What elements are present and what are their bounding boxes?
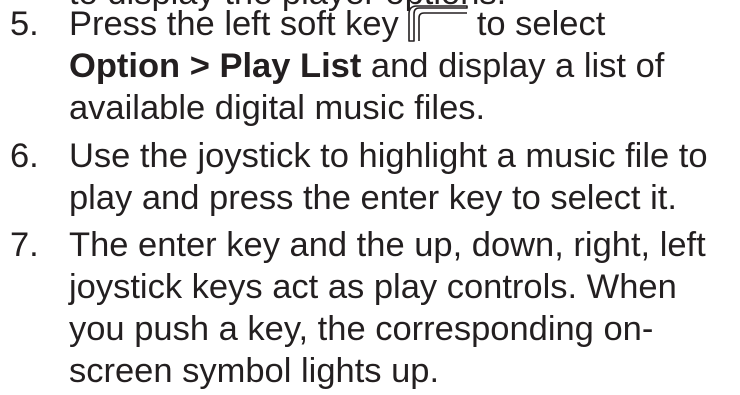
step-text: available digital music files. — [69, 89, 486, 127]
step-7-line-4: screen symbol lights up. — [69, 351, 439, 391]
step-5-line-3: available digital music files. — [69, 88, 485, 128]
step-7-line-3: you push a key, the corresponding on- — [69, 309, 653, 349]
step-text: joystick keys act as play controls. When — [69, 268, 677, 306]
step-text: Use the joystick to highlight a music fi… — [69, 137, 708, 175]
step-number: 5. — [10, 5, 39, 43]
step-text: you push a key, the corresponding on- — [69, 310, 654, 348]
step-text: play and press the enter key to select i… — [69, 179, 677, 217]
step-text: Press the left soft key — [69, 5, 399, 43]
step-6-line-2: play and press the enter key to select i… — [69, 178, 677, 218]
step-number: 7. — [10, 226, 39, 264]
step-text: screen symbol lights up. — [69, 352, 440, 390]
manual-page: { "partial_top_line": "to display the pl… — [0, 0, 740, 395]
step-5-line-2: Option > Play List and display a list of — [69, 46, 664, 86]
step-text: and display a list of — [361, 47, 665, 85]
step-text: to select — [476, 5, 606, 43]
step-7-line-2: joystick keys act as play controls. When — [69, 267, 677, 307]
step-number: 6. — [10, 137, 39, 175]
step-text: The enter key and the up, down, right, l… — [69, 226, 706, 264]
left-soft-key-icon — [405, 4, 471, 44]
menu-path: Option > Play List — [69, 47, 362, 85]
